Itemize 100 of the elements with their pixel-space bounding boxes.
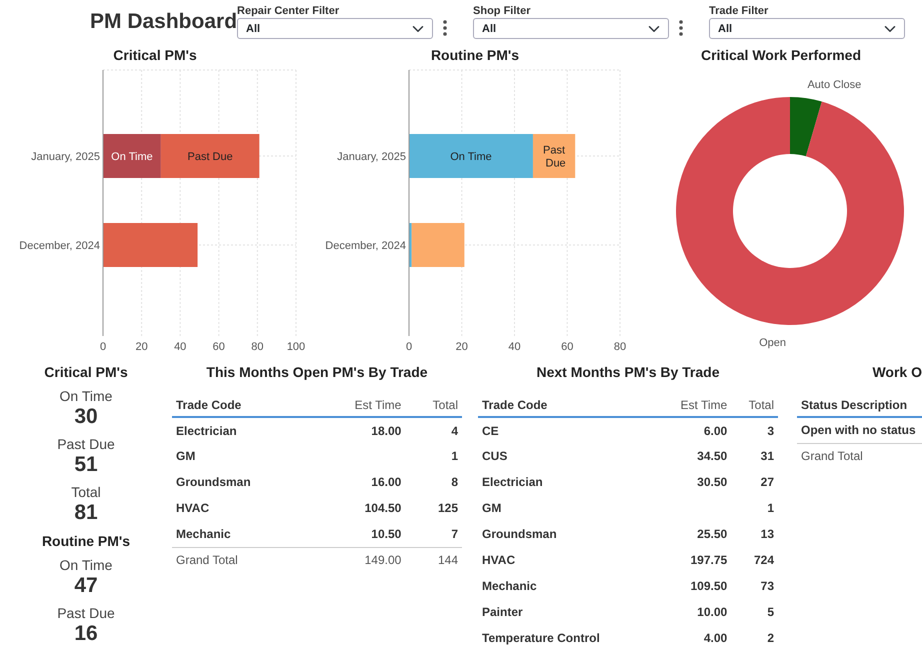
column-header: Est Time xyxy=(654,393,732,417)
table-cell-text: 4.00 xyxy=(702,630,728,647)
axis-tick-label: 80 xyxy=(614,341,626,353)
slice-label: Auto Close xyxy=(807,79,862,92)
table-cell: Electrician xyxy=(172,417,312,443)
table-cell-text: 25.50 xyxy=(696,526,728,543)
table-cell-text: 73 xyxy=(760,578,775,595)
table-cell-text: CUS xyxy=(481,448,508,465)
stat-value: 30 xyxy=(73,405,99,429)
column-header: Total xyxy=(405,393,462,417)
more-options-icon[interactable] xyxy=(679,20,684,36)
table-cell: 10.50 xyxy=(312,521,406,547)
table-cell: 7 xyxy=(405,521,462,547)
filter-dropdown[interactable]: All xyxy=(473,18,670,39)
chart-title: Routine PM's xyxy=(430,46,520,64)
table-cell-text: GM xyxy=(175,448,196,465)
more-options-icon[interactable] xyxy=(443,20,448,36)
table-cell-text: 104.50 xyxy=(364,500,402,517)
table-cell-text: 724 xyxy=(752,552,775,569)
stat-heading: Routine PM's xyxy=(40,532,132,550)
table-cell: 149.00 xyxy=(312,547,406,573)
table-cell-text: 10.00 xyxy=(696,604,728,621)
table-cell-text: 1 xyxy=(450,448,459,465)
filter-label: Repair Center Filter xyxy=(237,4,340,18)
bar-label: On Time xyxy=(450,151,492,163)
axis-tick-label: 20 xyxy=(135,341,148,353)
axis-tick-label: 0 xyxy=(406,341,412,353)
table-cell-text: Electrician xyxy=(481,474,544,491)
table-cell-text: 1 xyxy=(766,500,775,517)
table-cell: 3 xyxy=(731,417,778,443)
stat-label: Past Due xyxy=(56,604,116,622)
filter-dropdown[interactable]: All xyxy=(709,18,906,39)
axis-tick-label: 20 xyxy=(456,341,468,353)
column-header: Trade Code xyxy=(172,393,312,417)
bar-label: On Time xyxy=(111,151,153,163)
stat-label: On Time xyxy=(58,387,114,405)
table-cell-text: HVAC xyxy=(175,500,210,517)
stat-label: Total xyxy=(70,483,102,501)
table-cell: Mechanic xyxy=(172,521,312,547)
table-cell-text: Temperature Control xyxy=(481,630,601,647)
table-cell-text: GM xyxy=(481,500,502,517)
table-cell: Grand Total xyxy=(172,547,312,573)
slice-label: Open xyxy=(759,336,786,349)
axis-category-label: December, 2024 xyxy=(19,240,100,252)
table-cell-text: 109.50 xyxy=(689,578,728,595)
axis-tick-label: 100 xyxy=(286,341,306,353)
axis-tick-label: 80 xyxy=(251,341,264,353)
stat-value: 51 xyxy=(73,453,99,477)
stat-label: On Time xyxy=(58,556,114,574)
axis-tick-label: 60 xyxy=(561,341,574,353)
chart-title: Critical Work Performed xyxy=(700,46,862,64)
table-cell-text: 5 xyxy=(766,604,775,621)
chart-title: Critical PM's xyxy=(112,46,198,64)
axis-tick-label: 40 xyxy=(508,341,521,353)
table-cell: 6.00 xyxy=(654,417,732,443)
table-cell: Grand Total xyxy=(797,443,922,469)
table-cell-text: 2 xyxy=(766,630,775,647)
table-cell-text: 34.50 xyxy=(696,448,728,465)
axis-tick-label: 0 xyxy=(100,341,106,353)
table-cell-text: 197.75 xyxy=(689,552,728,569)
axis-tick-label: 40 xyxy=(174,341,186,353)
table-title: This Months Open PM's By Trade xyxy=(205,363,429,381)
bar-label: Past Due xyxy=(543,144,566,170)
dashboard-title: PM Dashboard xyxy=(89,9,238,35)
bar-label: Past Due xyxy=(188,151,233,163)
axis-tick-label: 60 xyxy=(212,341,225,353)
axis-category-label: January, 2025 xyxy=(337,151,406,163)
table-cell-text: Groundsman xyxy=(481,526,558,543)
table-cell: 18.00 xyxy=(312,417,406,443)
table-cell-text: HVAC xyxy=(481,552,516,569)
table-cell: 144 xyxy=(405,547,462,573)
table-cell-text: Mechanic xyxy=(481,578,538,595)
axis-category-label: January, 2025 xyxy=(31,151,100,163)
filter-dropdown[interactable]: All xyxy=(237,18,434,39)
stat-value: 16 xyxy=(73,622,99,646)
table-title: Next Months PM's By Trade xyxy=(535,363,721,381)
stat-heading: Critical PM's xyxy=(43,363,129,381)
column-header: Trade Code xyxy=(478,393,654,417)
table-cell-text: 13 xyxy=(760,526,775,543)
table-cell: Open with no status xyxy=(797,417,922,443)
table-cell-text: 27 xyxy=(760,474,775,491)
table-title: Work O xyxy=(871,363,922,381)
table-cell-text: 8 xyxy=(450,474,459,491)
filter-label: Shop Filter xyxy=(473,4,532,18)
table-cell: CE xyxy=(478,417,654,443)
table-cell-text: 16.00 xyxy=(370,474,402,491)
table-cell-text: 125 xyxy=(436,500,459,517)
stat-value: 81 xyxy=(73,501,99,525)
table-cell: 4 xyxy=(405,417,462,443)
column-header: Status Description xyxy=(797,393,922,417)
table-cell-text: Painter xyxy=(481,604,524,621)
filter-label: Trade Filter xyxy=(709,4,770,18)
column-header: Est Time xyxy=(312,393,406,417)
table-cell-text: 30.50 xyxy=(696,474,728,491)
table-cell-text: Groundsman xyxy=(175,474,252,491)
stat-label: Past Due xyxy=(56,435,116,453)
axis-category-label: December, 2024 xyxy=(325,240,406,252)
column-header: Total xyxy=(731,393,778,417)
table-cell-text: 31 xyxy=(760,448,775,465)
stat-value: 47 xyxy=(73,574,99,598)
